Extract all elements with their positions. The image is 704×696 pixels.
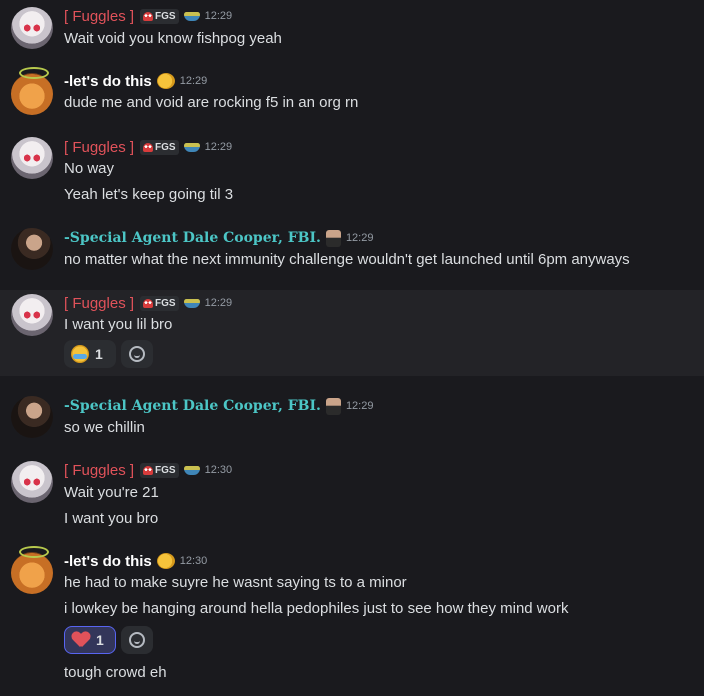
author-name[interactable]: [ Fuggles ] bbox=[64, 295, 134, 312]
message-text: Wait void you know fishpog yeah bbox=[64, 30, 282, 47]
timestamp[interactable]: 12:29 bbox=[346, 232, 374, 244]
message-text: he had to make suyre he wasnt saying ts … bbox=[64, 574, 407, 591]
author-name[interactable]: -let's do this bbox=[64, 553, 152, 570]
message[interactable]: -let's do this 12:30 he had to make suyr… bbox=[0, 546, 704, 692]
mushroom-icon bbox=[143, 298, 154, 308]
guild-tag[interactable]: FGS bbox=[140, 295, 179, 311]
timestamp[interactable]: 12:30 bbox=[180, 555, 208, 567]
timestamp[interactable]: 12:29 bbox=[205, 10, 233, 22]
message-text: dude me and void are rocking f5 in an or… bbox=[64, 94, 359, 111]
avatar[interactable] bbox=[11, 228, 53, 270]
timestamp[interactable]: 12:29 bbox=[205, 297, 233, 309]
message-text: no matter what the next immunity challen… bbox=[64, 251, 630, 268]
guild-tag[interactable]: FGS bbox=[140, 462, 179, 478]
reaction-sob[interactable]: 1 bbox=[64, 340, 116, 368]
halo-decoration bbox=[19, 67, 49, 79]
halo-decoration bbox=[19, 546, 49, 558]
message[interactable]: -Special Agent Dale Cooper, FBI. 12:29 s… bbox=[0, 388, 704, 448]
author-name[interactable]: [ Fuggles ] bbox=[64, 8, 134, 25]
avatar[interactable] bbox=[11, 7, 53, 49]
reaction-count: 1 bbox=[95, 346, 103, 362]
message-text: I want you lil bro bbox=[64, 316, 173, 333]
timestamp[interactable]: 12:30 bbox=[205, 464, 233, 476]
mushroom-icon bbox=[143, 465, 154, 475]
timestamp[interactable]: 12:29 bbox=[180, 75, 208, 87]
guild-tag[interactable]: FGS bbox=[140, 8, 179, 24]
message[interactable]: [ Fuggles ] FGS 12:30 Wait you're 21 I w… bbox=[0, 456, 704, 534]
avatar[interactable] bbox=[11, 396, 53, 438]
message[interactable]: -Special Agent Dale Cooper, FBI. 12:29 n… bbox=[0, 222, 704, 280]
timestamp[interactable]: 12:29 bbox=[205, 141, 233, 153]
message-text: i lowkey be hanging around hella pedophi… bbox=[64, 600, 569, 617]
timestamp[interactable]: 12:29 bbox=[346, 400, 374, 412]
message[interactable]: [ Fuggles ] FGS 12:29 No way Yeah let's … bbox=[0, 132, 704, 210]
thumbs-up-icon bbox=[156, 553, 175, 569]
mushroom-icon bbox=[143, 11, 154, 21]
bowl-icon bbox=[183, 298, 200, 308]
add-reaction-button[interactable] bbox=[121, 340, 153, 368]
author-name[interactable]: -let's do this bbox=[64, 73, 152, 90]
message[interactable]: [ Fuggles ] FGS 12:29 I want you lil bro… bbox=[0, 290, 704, 376]
guild-tag[interactable]: FGS bbox=[140, 139, 179, 155]
thumbs-up-icon bbox=[156, 73, 175, 89]
avatar[interactable] bbox=[11, 546, 53, 594]
avatar[interactable] bbox=[11, 294, 53, 336]
message-text: No way bbox=[64, 160, 115, 177]
message[interactable]: [ Fuggles ] FGS 12:29 Wait void you know… bbox=[0, 0, 704, 58]
reaction-heart[interactable]: 1 bbox=[64, 626, 116, 654]
heart-bandage-icon bbox=[72, 632, 90, 649]
avatar[interactable] bbox=[11, 67, 53, 115]
author-name[interactable]: -Special Agent Dale Cooper, FBI. bbox=[64, 398, 321, 414]
smile-icon bbox=[129, 632, 145, 648]
author-name[interactable]: [ Fuggles ] bbox=[64, 139, 134, 156]
mushroom-icon bbox=[143, 142, 154, 152]
message-text: I want you bro bbox=[64, 510, 159, 527]
author-name[interactable]: [ Fuggles ] bbox=[64, 462, 134, 479]
message-text: tough crowd eh bbox=[64, 664, 167, 681]
message-text: so we chillin bbox=[64, 419, 145, 436]
bowl-icon bbox=[183, 11, 200, 21]
message-text: Yeah let's keep going til 3 bbox=[64, 186, 234, 203]
smile-icon bbox=[129, 346, 145, 362]
avatar[interactable] bbox=[11, 137, 53, 179]
reaction-count: 1 bbox=[96, 632, 104, 648]
add-reaction-button[interactable] bbox=[121, 626, 153, 654]
crying-face-icon bbox=[71, 345, 89, 363]
portrait-icon bbox=[325, 397, 341, 415]
message-text: Wait you're 21 bbox=[64, 484, 159, 501]
author-name[interactable]: -Special Agent Dale Cooper, FBI. bbox=[64, 230, 321, 246]
bowl-icon bbox=[183, 142, 200, 152]
portrait-icon bbox=[325, 229, 341, 247]
message[interactable]: -let's do this 12:29 dude me and void ar… bbox=[0, 66, 704, 126]
avatar[interactable] bbox=[11, 461, 53, 503]
bowl-icon bbox=[183, 465, 200, 475]
